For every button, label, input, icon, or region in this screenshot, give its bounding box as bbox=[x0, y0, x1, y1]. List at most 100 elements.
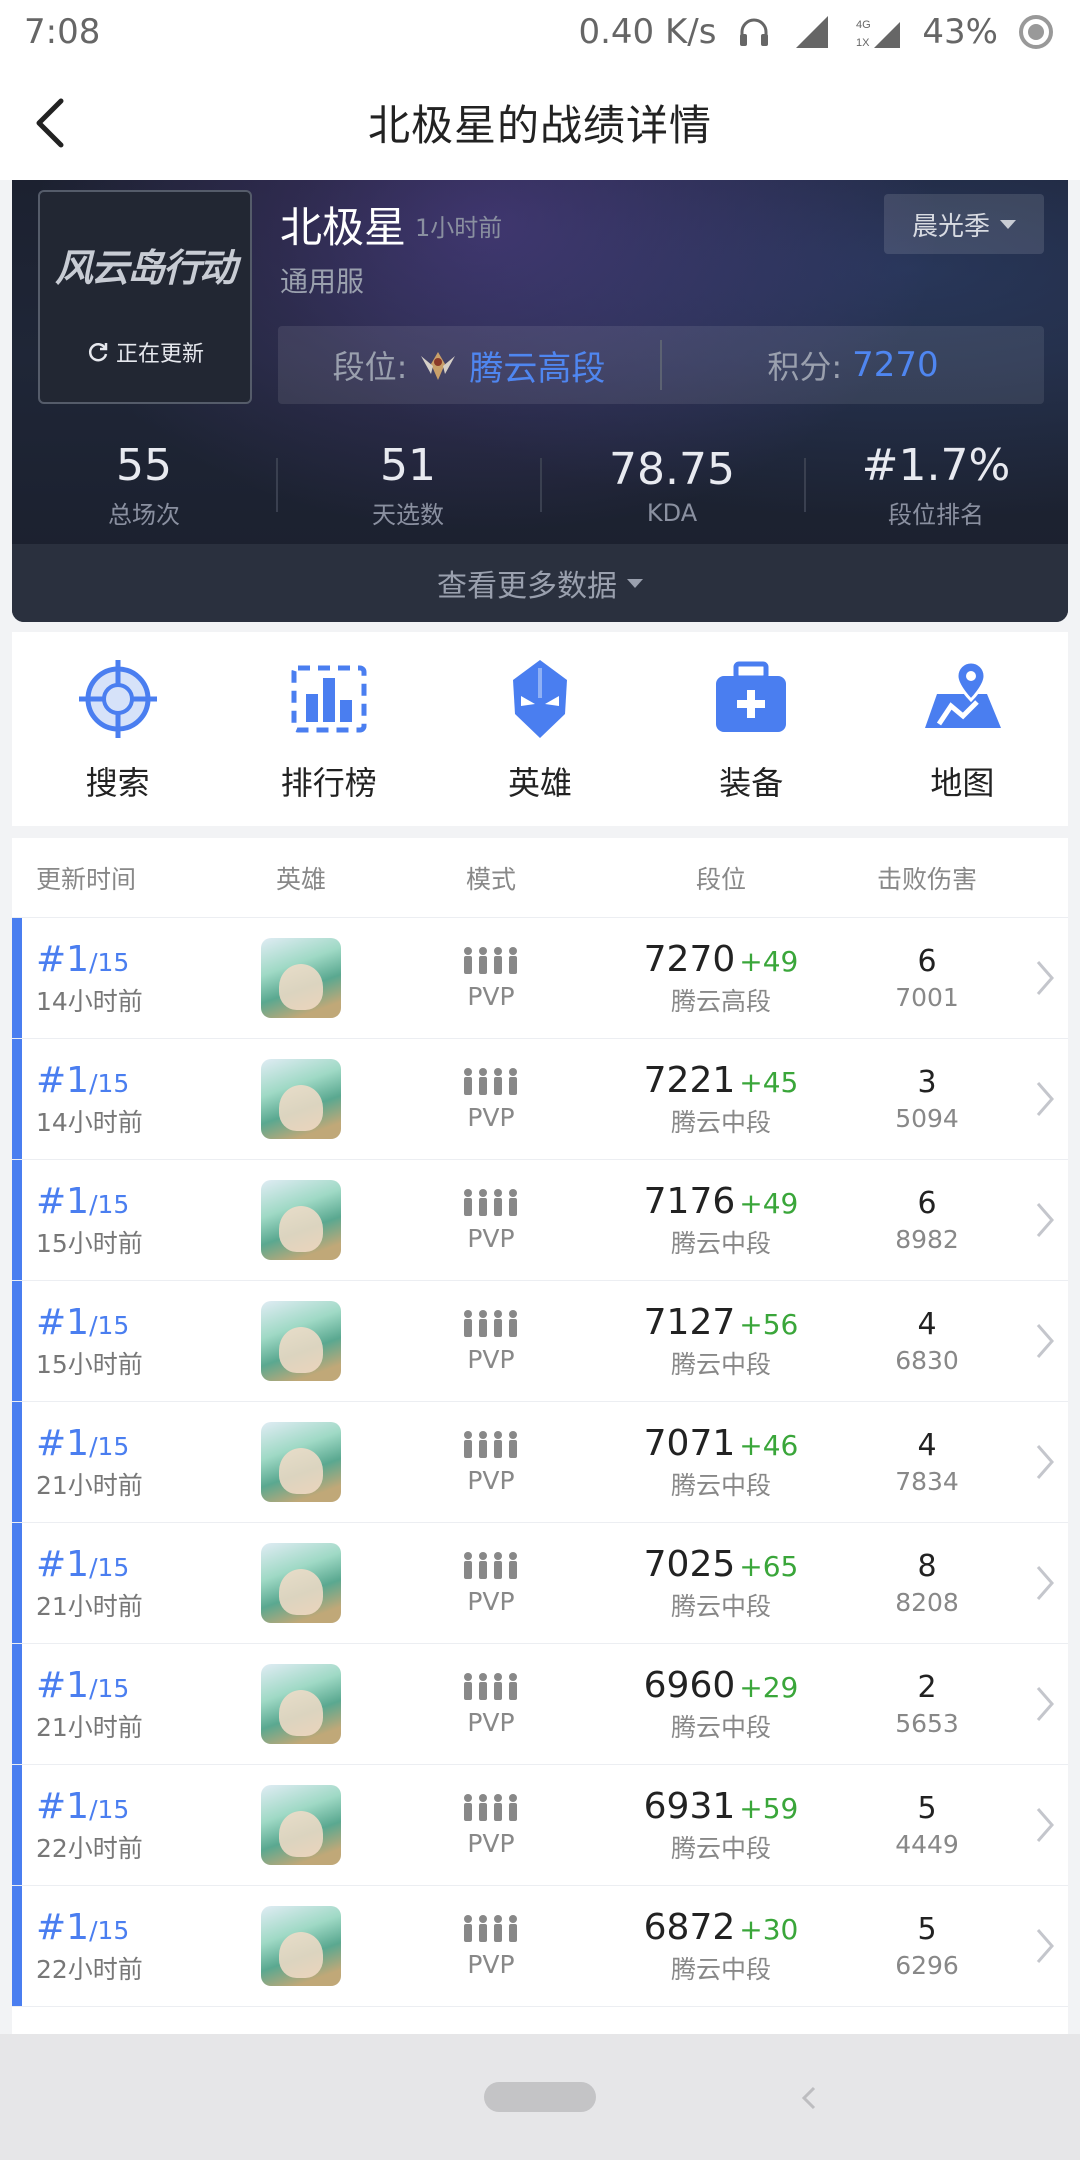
table-row[interactable]: #1 /15 21小时前 PVP 7025 +65 腾云中段 8 8208 bbox=[12, 1523, 1068, 1644]
row-mode-cell: PVP bbox=[372, 1914, 610, 1979]
match-mode: PVP bbox=[467, 1465, 515, 1495]
match-mode: PVP bbox=[467, 1586, 515, 1616]
kills: 3 bbox=[917, 1065, 937, 1100]
hero-avatar bbox=[261, 1664, 341, 1744]
placement: #1 /15 bbox=[36, 1423, 230, 1464]
table-row[interactable]: #1 /15 22小时前 PVP 6931 +59 腾云中段 5 4449 bbox=[12, 1765, 1068, 1886]
row-time-cell: #1 /15 21小时前 bbox=[12, 1544, 230, 1623]
score-section: 积分: 7270 bbox=[662, 342, 1044, 388]
nav-label: 搜索 bbox=[85, 764, 150, 802]
updating-status[interactable]: 正在更新 bbox=[86, 336, 204, 368]
season-dropdown[interactable]: 晨光季 bbox=[884, 194, 1044, 254]
chevron-right-icon bbox=[1036, 1324, 1054, 1358]
row-rank-cell: 6872 +30 腾云中段 bbox=[610, 1907, 832, 1986]
placement-total: /15 bbox=[89, 1189, 130, 1219]
table-row[interactable]: #1 /15 15小时前 PVP 7127 +56 腾云中段 4 6830 bbox=[12, 1281, 1068, 1402]
server-name: 通用服 bbox=[280, 265, 365, 298]
placement-total: /15 bbox=[89, 1431, 130, 1461]
table-row[interactable]: #1 /15 21小时前 PVP 6960 +29 腾云中段 2 5653 bbox=[12, 1644, 1068, 1765]
match-mode: PVP bbox=[467, 1344, 515, 1374]
hero-avatar bbox=[261, 938, 341, 1018]
table-row[interactable]: #1 /15 22小时前 PVP 6872 +30 腾云中段 5 6296 bbox=[12, 1886, 1068, 2007]
score-delta: +59 bbox=[739, 1791, 799, 1825]
stat-label: 总场次 bbox=[108, 501, 180, 529]
score: 7127 bbox=[643, 1301, 736, 1343]
player-name: 北极星 bbox=[280, 203, 407, 252]
row-kills-cell: 3 5094 bbox=[832, 1065, 1022, 1133]
placement-rank: #1 bbox=[36, 1059, 90, 1101]
nav-heroes[interactable]: 英雄 bbox=[434, 654, 645, 804]
table-body: #1 /15 14小时前 PVP 7270 +49 腾云高段 6 7001 #1… bbox=[12, 918, 1068, 2007]
placement: #1 /15 bbox=[36, 1907, 230, 1948]
placement: #1 /15 bbox=[36, 939, 230, 980]
leaderboard-icon bbox=[291, 665, 367, 733]
kills: 5 bbox=[917, 1912, 937, 1947]
header-mode: 模式 bbox=[465, 864, 516, 894]
svg-text:1X: 1X bbox=[856, 37, 870, 49]
table-row[interactable]: #1 /15 14小时前 PVP 7270 +49 腾云高段 6 7001 bbox=[12, 918, 1068, 1039]
row-kills-cell: 6 7001 bbox=[832, 944, 1022, 1012]
row-hero-cell bbox=[230, 1059, 372, 1139]
refresh-icon bbox=[88, 342, 108, 361]
kills: 2 bbox=[917, 1670, 937, 1705]
score-line: 7176 +49 bbox=[644, 1181, 799, 1222]
table-row[interactable]: #1 /15 14小时前 PVP 7221 +45 腾云中段 3 5094 bbox=[12, 1039, 1068, 1160]
score-delta: +45 bbox=[739, 1065, 799, 1099]
match-time: 15小时前 bbox=[36, 1349, 143, 1379]
nav-search[interactable]: 搜索 bbox=[12, 654, 223, 804]
stat-rank-percentile: #1.7% 段位排名 bbox=[804, 430, 1068, 540]
system-nav-bar bbox=[0, 2034, 1080, 2160]
placement-total: /15 bbox=[89, 1310, 130, 1340]
screen: 7:08 0.40 K/s 4G 1X 43% 北极星的战绩详情 风云岛行动 正… bbox=[0, 0, 1080, 2160]
placement-total: /15 bbox=[89, 1673, 130, 1703]
stats-row: 55 总场次 51 天选数 78.75 KDA #1.7% 段位排名 bbox=[12, 430, 1068, 540]
row-rank-cell: 6960 +29 腾云中段 bbox=[610, 1665, 832, 1744]
nav-label: 英雄 bbox=[508, 764, 573, 802]
table-row[interactable]: #1 /15 15小时前 PVP 7176 +49 腾云中段 6 8982 bbox=[12, 1160, 1068, 1281]
caret-down-icon bbox=[1000, 219, 1016, 229]
stat-total-matches: 55 总场次 bbox=[12, 430, 276, 540]
row-arrow bbox=[1022, 1079, 1068, 1119]
match-mode: PVP bbox=[467, 1223, 515, 1253]
team-icon bbox=[461, 1430, 521, 1460]
placement: #1 /15 bbox=[36, 1665, 230, 1706]
stat-chosen-count: 51 天选数 bbox=[276, 430, 540, 540]
back-button[interactable] bbox=[16, 88, 86, 158]
score-delta: +30 bbox=[739, 1912, 799, 1946]
nav-equipment[interactable]: 装备 bbox=[646, 654, 857, 804]
row-mode-cell: PVP bbox=[372, 1672, 610, 1737]
back-gesture-icon[interactable] bbox=[790, 2078, 830, 2118]
row-mode-cell: PVP bbox=[372, 1188, 610, 1253]
rank-section: 段位: 腾云高段 bbox=[278, 341, 660, 390]
score: 7176 bbox=[643, 1180, 736, 1222]
nav-leaderboard[interactable]: 排行榜 bbox=[223, 654, 434, 804]
damage: 6296 bbox=[895, 1951, 959, 1980]
nav-label: 地图 bbox=[930, 764, 995, 802]
match-time: 22小时前 bbox=[36, 1954, 143, 1984]
battery-level: 43% bbox=[922, 12, 998, 52]
header-time: 更新时间 bbox=[36, 864, 137, 894]
kills: 5 bbox=[917, 1791, 937, 1826]
score: 7270 bbox=[643, 938, 736, 980]
row-time-cell: #1 /15 21小时前 bbox=[12, 1665, 230, 1744]
nav-label: 装备 bbox=[719, 764, 784, 802]
nav-map[interactable]: 地图 bbox=[857, 654, 1068, 804]
row-time-cell: #1 /15 22小时前 bbox=[12, 1786, 230, 1865]
row-time-cell: #1 /15 22小时前 bbox=[12, 1907, 230, 1986]
chevron-right-icon bbox=[1036, 1687, 1054, 1721]
score-line: 6872 +30 bbox=[644, 1907, 799, 1948]
kills: 4 bbox=[917, 1307, 937, 1342]
status-icons: 0.40 K/s 4G 1X 43% bbox=[578, 12, 1056, 52]
score-line: 6931 +59 bbox=[644, 1786, 799, 1827]
row-rank-cell: 7270 +49 腾云高段 bbox=[610, 939, 832, 1018]
tier: 腾云中段 bbox=[670, 1228, 771, 1258]
table-row[interactable]: #1 /15 21小时前 PVP 7071 +46 腾云中段 4 7834 bbox=[12, 1402, 1068, 1523]
match-mode: PVP bbox=[467, 981, 515, 1011]
home-pill[interactable] bbox=[484, 2082, 596, 2112]
row-hero-cell bbox=[230, 938, 372, 1018]
more-data-button[interactable]: 查看更多数据 bbox=[12, 544, 1068, 622]
score-line: 6960 +29 bbox=[644, 1665, 799, 1706]
row-mode-cell: PVP bbox=[372, 1793, 610, 1858]
placement-rank: #1 bbox=[36, 1180, 90, 1222]
match-time: 22小时前 bbox=[36, 1833, 143, 1863]
